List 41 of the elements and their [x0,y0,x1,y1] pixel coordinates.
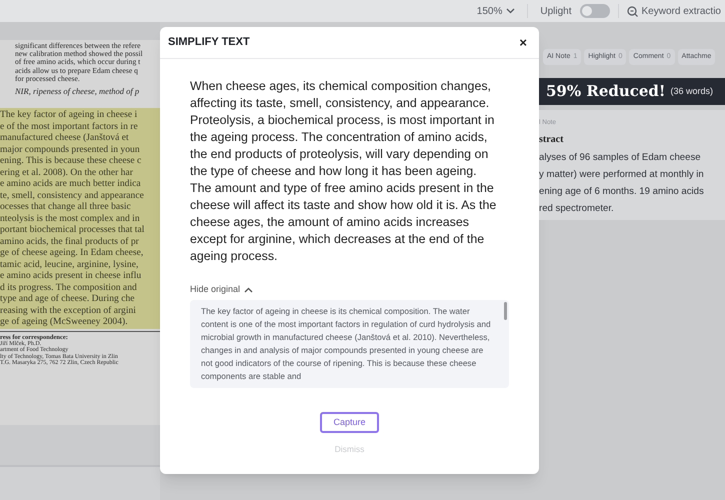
pdf-text-line: ge of cheese ageing. In Edam cheese, [0,247,144,259]
pdf-text-line: e amino acids present in cheese influ [0,270,142,282]
note-text-line: alyses of 96 samples of Edam cheese [539,150,702,165]
zoom-dropdown[interactable]: 150% [468,0,524,22]
pdf-text-line: d its progress. The composition and [0,282,138,294]
search-icon [626,6,638,16]
pdf-text-line: type and age of cheese. During che [0,293,136,305]
pdf-text-line: tamic acid, leucine, arginine, lysine, [0,258,140,270]
pdf-text-line: ering et al. 2008). On the other har [0,166,134,178]
uplight-label: Uplight [539,4,573,18]
hide-original-toggle[interactable]: Hide original [190,283,254,296]
pdf-keywords: NIR, ripeness of cheese, method of p [14,86,140,96]
pdf-text-line: The key factor of ageing in cheese i [0,109,138,121]
pdf-text-line: portant biochemical processes that tal [0,224,146,236]
pdf-text-line: nteolysis is the most complex and in [0,212,141,224]
keyword-extraction-button[interactable]: Keyword extractio [626,4,725,18]
pdf-text-line: ge of ageing (McSweeney 2004). [0,316,129,328]
chevron-down-icon [506,8,516,14]
pdf-text-line: reasing with the exception of argini [0,304,137,316]
pdf-text-line: e amino acids are much better indica [0,178,142,190]
capture-button[interactable]: Capture [320,412,379,434]
pdf-text-line: major compounds presented in youn [0,144,141,156]
pdf-text-line: ocesses that change all three basic [0,201,132,213]
note-text-line: ening age of 6 months. 19 amino acids [539,184,705,199]
close-button[interactable]: × [519,36,527,49]
note-text-line: y matter) were performed at monthly in [539,168,705,182]
pdf-text-line: e of the most important factors in re [0,120,139,132]
note-text-line: red spectrometer. [539,202,615,216]
word-count: (36 words) [670,84,714,98]
pdf-text-line: manufactured cheese (Janštová et [0,132,130,144]
uplight-toggle[interactable] [580,4,610,18]
note-heading: stract [539,132,564,147]
pdf-text-line: te, smell, consistency and appearance [0,190,145,202]
original-text: The key factor of ageing in cheese is its chemical composition. The water content is one of the most important factors in regulation of curd hydrolysis and microbial growth in manufactured cheese (Janštová et al. 2010). Nevertheless, changes in and analysis of major compounds presented in young cheese are not good indicators of the course of ripening. This is because these cheese components are stable and [200,304,492,383]
simplified-text: When cheese ages, its chemical composition changes, affecting its taste, smell, consistency, and appearance. Proteolysis, a biochemical process, is most important in the ageing process. The concentration of amino acids, the end products of proteolysis, will vary depending on the type of cheese and how long it has been ageing. The amount and type of free amino acids present in the cheese will affect its taste and show how old it is. As the cheese ages, the amount of amino acids increases except for arginine, which decreases at the end of the ageing process. [189,78,498,265]
banner-headline: 59% Reduced! [546,81,666,102]
scrollbar-thumb[interactable] [504,302,507,320]
pdf-text-line: ening. This is because these cheese c [0,155,142,167]
dialog-title: SIMPLIFY TEXT [168,35,250,50]
pdf-text-line: amino acids, the final products of pr [0,236,140,248]
chevron-up-icon [244,286,254,293]
